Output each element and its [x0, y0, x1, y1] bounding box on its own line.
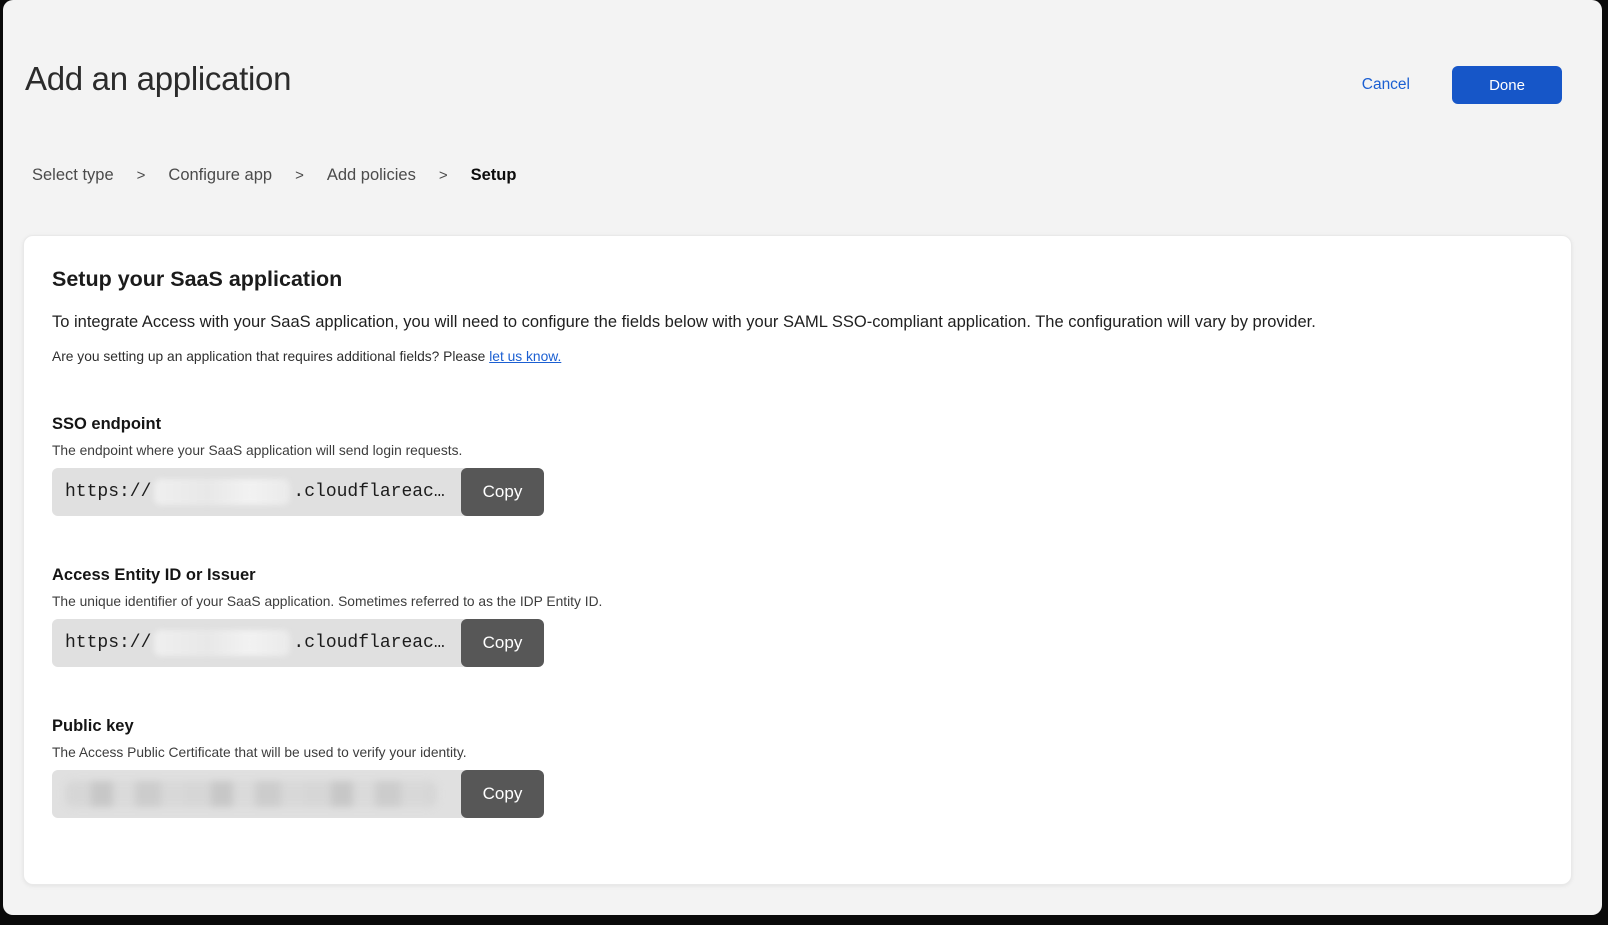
value-prefix: https:// [65, 633, 151, 653]
card-intro: To integrate Access with your SaaS appli… [52, 311, 1539, 334]
app-window: Add an application Cancel Done Select ty… [3, 0, 1602, 915]
copy-button[interactable]: Copy [461, 468, 544, 516]
page-header: Add an application Cancel Done [3, 0, 1602, 104]
sso-endpoint-value: https:// .cloudflareac… [52, 468, 467, 516]
breadcrumb-step-add-policies[interactable]: Add policies [327, 166, 416, 185]
value-prefix: https:// [65, 482, 151, 502]
card-note: Are you setting up an application that r… [52, 349, 1539, 364]
copy-button[interactable]: Copy [461, 770, 544, 818]
page-title: Add an application [25, 60, 291, 98]
breadcrumb-separator: > [295, 167, 304, 184]
card-heading: Setup your SaaS application [52, 267, 1539, 292]
redacted-value-segment [154, 479, 290, 505]
breadcrumb-step-setup: Setup [471, 166, 517, 185]
breadcrumb: Select type > Configure app > Add polici… [32, 166, 1602, 185]
value-suffix: .cloudflareac… [293, 482, 444, 502]
field-description: The unique identifier of your SaaS appli… [52, 594, 1539, 609]
value-suffix: .cloudflareac… [293, 633, 444, 653]
breadcrumb-step-configure-app[interactable]: Configure app [168, 166, 272, 185]
field-label: SSO endpoint [52, 415, 1539, 434]
breadcrumb-separator: > [439, 167, 448, 184]
let-us-know-link[interactable]: let us know. [489, 349, 561, 364]
public-key-value-row: Copy [52, 770, 544, 818]
breadcrumb-separator: > [137, 167, 146, 184]
redacted-value-full [65, 781, 437, 807]
setup-card: Setup your SaaS application To integrate… [23, 235, 1572, 885]
field-description: The endpoint where your SaaS application… [52, 443, 1539, 458]
sso-endpoint-value-row: https:// .cloudflareac… Copy [52, 468, 544, 516]
copy-button[interactable]: Copy [461, 619, 544, 667]
access-entity-id-value-row: https:// .cloudflareac… Copy [52, 619, 544, 667]
card-note-text: Are you setting up an application that r… [52, 349, 485, 364]
public-key-value [52, 770, 467, 818]
header-actions: Cancel Done [1362, 66, 1562, 104]
field-sso-endpoint: SSO endpoint The endpoint where your Saa… [52, 415, 1539, 516]
breadcrumb-step-select-type[interactable]: Select type [32, 166, 114, 185]
field-public-key: Public key The Access Public Certificate… [52, 717, 1539, 818]
field-access-entity-id: Access Entity ID or Issuer The unique id… [52, 566, 1539, 667]
field-description: The Access Public Certificate that will … [52, 745, 1539, 760]
redacted-value-segment [154, 630, 290, 656]
cancel-button[interactable]: Cancel [1362, 76, 1410, 94]
done-button[interactable]: Done [1452, 66, 1562, 104]
access-entity-id-value: https:// .cloudflareac… [52, 619, 467, 667]
field-label: Public key [52, 717, 1539, 736]
field-label: Access Entity ID or Issuer [52, 566, 1539, 585]
